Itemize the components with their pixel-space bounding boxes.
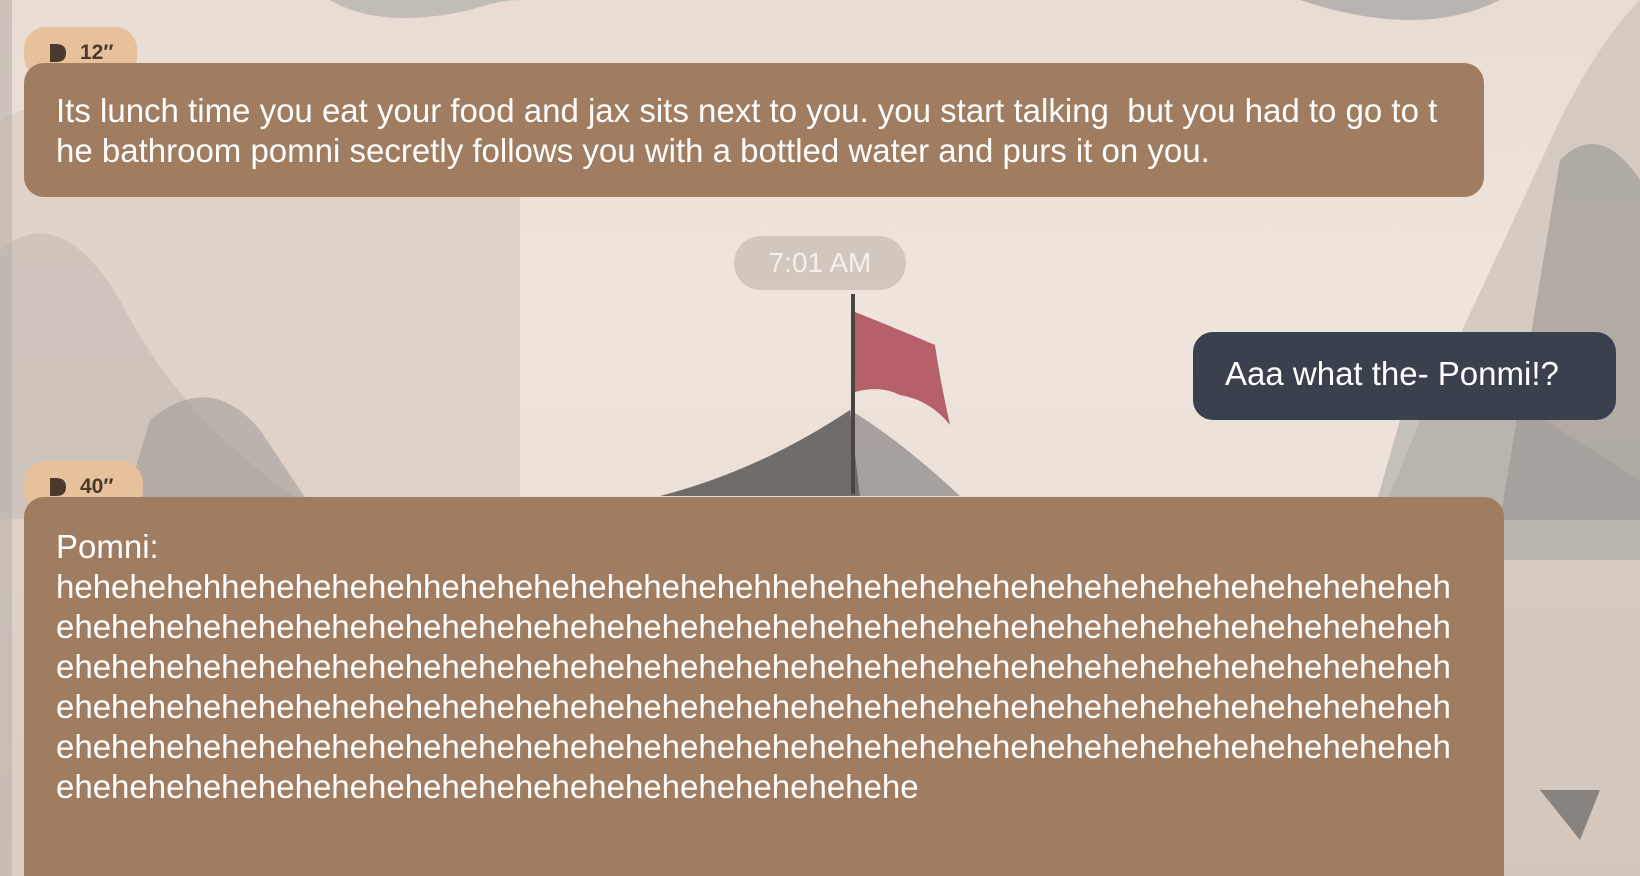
ai-message-bubble[interactable]: Its lunch time you eat your food and jax… bbox=[24, 63, 1484, 197]
play-icon bbox=[50, 478, 66, 496]
audio-duration: 40″ bbox=[80, 475, 114, 498]
chat-thread: 12″ Its lunch time you eat your food and… bbox=[0, 0, 1640, 876]
play-icon bbox=[50, 44, 66, 62]
message-text: Aaa what the- Ponmi!? bbox=[1225, 355, 1559, 392]
audio-duration: 12″ bbox=[80, 41, 114, 64]
ai-message-bubble[interactable]: Pomni: hehehehehhehehehehehheheheheheheh… bbox=[24, 497, 1504, 876]
message-text: Its lunch time you eat your food and jax… bbox=[56, 92, 1438, 169]
user-message-bubble[interactable]: Aaa what the- Ponmi!? bbox=[1193, 332, 1616, 420]
message-timestamp: 7:01 AM bbox=[734, 236, 906, 290]
speaker-name: Pomni: bbox=[56, 528, 159, 565]
message-text: hehehehehhehehehehehhehehehehehehehehehh… bbox=[56, 568, 1451, 805]
